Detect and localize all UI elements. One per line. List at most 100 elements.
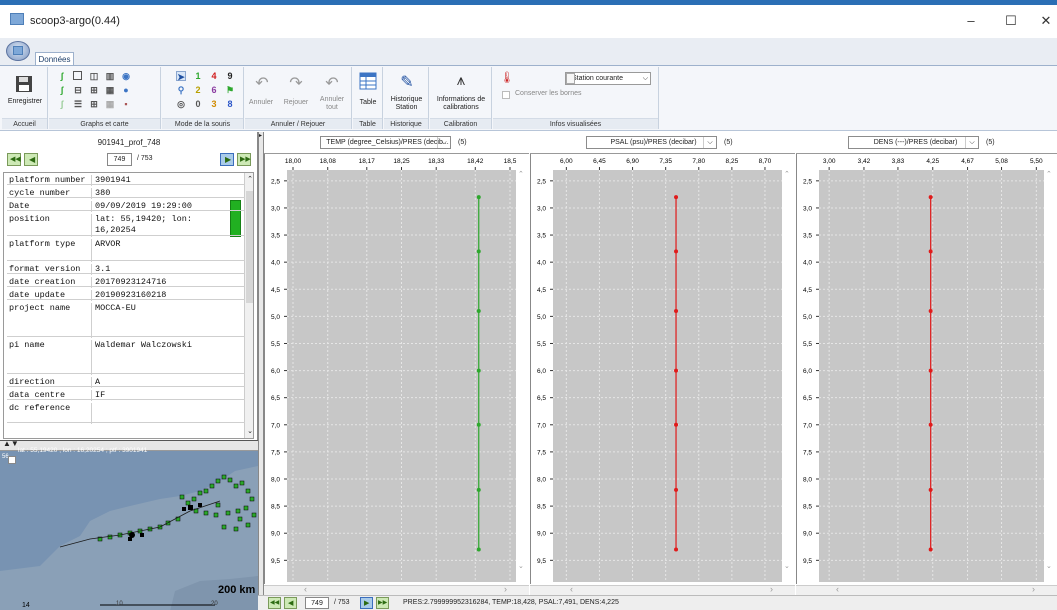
scroll-down-icon[interactable]: ⌄ [246,427,253,435]
scroll-left-icon[interactable]: ‹ [570,584,573,594]
temp-data-point[interactable] [476,249,481,254]
two-columns-icon[interactable]: ◫ [89,71,99,81]
map-grid-icon[interactable]: ▪ [121,99,131,109]
psal-data-point[interactable] [674,487,679,492]
psal-data-point[interactable] [674,547,679,552]
dens-plot-area[interactable]: 3,00 3,42 3,83 4,25 4,67 5,08 5,50 2,5 3,0 3,5 4,0… [796,154,1057,584]
psal-data-point[interactable] [674,422,679,427]
temp-variable-dropdown[interactable]: TEMP (degree_Celsius)/PRES (decib... ⌵ [320,136,451,149]
scroll-right-icon[interactable]: › [1032,584,1035,594]
plot-scroll-up-icon[interactable]: ⌃ [1046,170,1052,178]
plot-scroll-up-icon[interactable]: ⌃ [784,170,790,178]
grid-icon[interactable]: ⊞ [89,85,99,95]
metadata-value[interactable]: 20190923160218 [91,290,166,301]
dens-data-point[interactable] [928,547,933,552]
split-horizontal-icon[interactable]: ⊟ [73,85,83,95]
scroll-left-icon[interactable]: ‹ [836,584,839,594]
metadata-value[interactable]: Waldemar Walczowski [91,340,192,375]
metadata-value[interactable] [91,403,95,424]
dens-data-point[interactable] [928,249,933,254]
mark-9-icon[interactable]: 9 [225,71,235,81]
psal-horizontal-scrollbar[interactable]: ‹ › [530,584,795,595]
next-profile-button[interactable]: ▶ [220,153,234,166]
status-profile-input[interactable]: 749 [305,597,329,609]
metadata-value[interactable]: lat: 55,19420; lon: 16,20254 [91,214,192,237]
plot-scroll-up-icon[interactable]: ⌃ [518,170,524,178]
save-button[interactable]: Enregistrer [2,98,48,106]
status-next-button[interactable]: ▶ [360,597,373,609]
small-dropdown-toggle[interactable] [566,73,575,84]
psal-data-point[interactable] [674,368,679,373]
metadata-scrollbar[interactable]: ⌃ ⌄ [244,173,253,438]
psal-variable-dropdown[interactable]: PSAL (psu)/PRES (decibar) ⌵ [586,136,717,149]
metadata-value[interactable]: IF [91,390,105,401]
temp-data-point[interactable] [476,368,481,373]
close-button[interactable]: ✕ [1030,10,1057,32]
pointer-icon[interactable]: ➤ [176,71,186,82]
metadata-value[interactable]: ARVOR [91,239,121,262]
grid-alt-icon[interactable]: ⊞ [89,99,99,109]
first-profile-button[interactable]: ◀◀ [7,153,21,166]
status-first-button[interactable]: ◀◀ [268,597,281,609]
metadata-value[interactable]: 380 [91,188,110,199]
split-rows-icon[interactable]: ☰ [73,99,83,109]
plot-scroll-down-icon[interactable]: ⌄ [518,562,524,570]
undo-button[interactable]: Annuler [245,99,277,107]
psal-data-point[interactable] [674,195,679,200]
status-last-button[interactable]: ▶▶ [376,597,389,609]
mark-4-icon[interactable]: 4 [209,71,219,81]
globe-icon[interactable]: ● [121,85,131,95]
curve-icon[interactable]: ʃ [57,71,67,81]
station-dropdown[interactable]: Station courante ⌵ [565,72,651,85]
mark-8-icon[interactable]: 8 [225,99,235,109]
scroll-right-icon[interactable]: › [770,584,773,594]
mark-0-icon[interactable]: 0 [193,99,203,109]
zoom-icon[interactable]: ⚲ [176,85,186,95]
mark-1-icon[interactable]: 1 [193,71,203,81]
minimize-button[interactable]: – [955,10,987,32]
undo-all-button[interactable]: Annuler tout [315,96,349,112]
metadata-value[interactable]: 09/09/2019 19:29:00 [91,201,192,212]
dens-data-point[interactable] [928,487,933,492]
previous-profile-button[interactable]: ◀ [24,153,38,166]
zoom-map-icon[interactable]: ◉ [121,71,131,81]
dens-data-point[interactable] [928,308,933,313]
plot-scroll-down-icon[interactable]: ⌄ [1046,562,1052,570]
plot-scroll-down-icon[interactable]: ⌄ [784,562,790,570]
metadata-value[interactable]: 20170923124716 [91,277,166,288]
temp-horizontal-scrollbar[interactable]: ‹ › [264,584,529,595]
history-station-button[interactable]: Historique Station [384,96,429,112]
temp-data-point[interactable] [476,547,481,552]
mark-6-icon[interactable]: 6 [209,85,219,95]
redo-button[interactable]: Rejouer [278,99,314,107]
temp-data-point[interactable] [476,195,481,200]
curve-alt-icon[interactable]: ʃ [57,85,67,95]
table-button[interactable]: Table [353,99,383,107]
map-layer-checkbox[interactable] [8,456,16,464]
keep-bounds-checkbox[interactable] [502,91,510,99]
metadata-value[interactable]: A [91,377,100,388]
scroll-left-icon[interactable]: ‹ [304,584,307,594]
scroll-right-icon[interactable]: › [504,584,507,594]
metadata-value[interactable]: 3901941 [91,175,131,186]
psal-data-point[interactable] [674,249,679,254]
dens-data-point[interactable] [928,195,933,200]
metadata-value[interactable]: 3.1 [91,264,110,275]
single-graph-icon[interactable] [73,71,82,80]
dens-horizontal-scrollbar[interactable]: ‹ › [796,584,1057,595]
maximize-button[interactable]: ☐ [995,10,1027,32]
three-columns-icon[interactable]: ▥ [105,71,115,81]
psal-data-point[interactable] [674,308,679,313]
calibration-info-button[interactable]: Informations de calibrations [432,96,490,112]
temp-data-point[interactable] [476,487,481,492]
dens-data-point[interactable] [928,368,933,373]
metadata-value[interactable]: MOCCA-EU [91,303,136,338]
profile-number-input[interactable]: 749 [107,153,132,166]
scroll-thumb[interactable] [246,191,253,303]
select-icon[interactable]: ◎ [176,99,186,109]
temp-data-point[interactable] [476,308,481,313]
last-profile-button[interactable]: ▶▶ [237,153,251,166]
dens-data-point[interactable] [928,422,933,427]
scroll-up-icon[interactable]: ⌃ [246,175,253,183]
dens-variable-dropdown[interactable]: DENS (---)/PRES (decibar) ⌵ [848,136,979,149]
